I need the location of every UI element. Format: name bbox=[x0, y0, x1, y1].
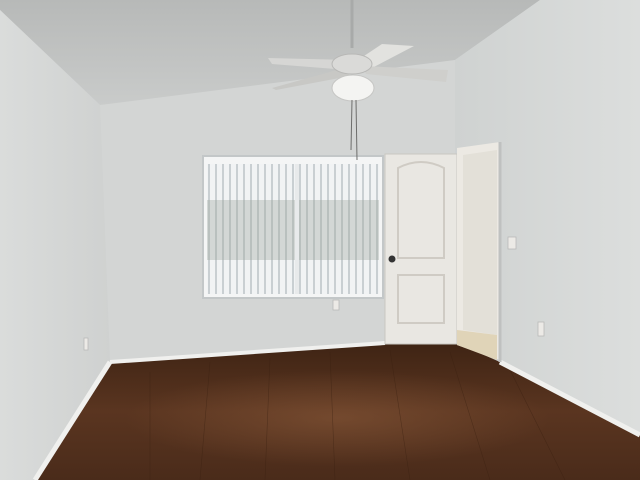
outlet-icon bbox=[83, 337, 89, 351]
room-scene bbox=[0, 0, 640, 480]
window bbox=[202, 155, 384, 299]
fan-light-globe bbox=[331, 74, 375, 102]
outlet-icon bbox=[332, 299, 340, 311]
door-knob-icon bbox=[388, 255, 396, 263]
interior-door bbox=[384, 153, 458, 345]
hallway-opening bbox=[457, 142, 502, 362]
light-switch-icon bbox=[507, 236, 517, 250]
outlet-icon bbox=[537, 321, 545, 337]
